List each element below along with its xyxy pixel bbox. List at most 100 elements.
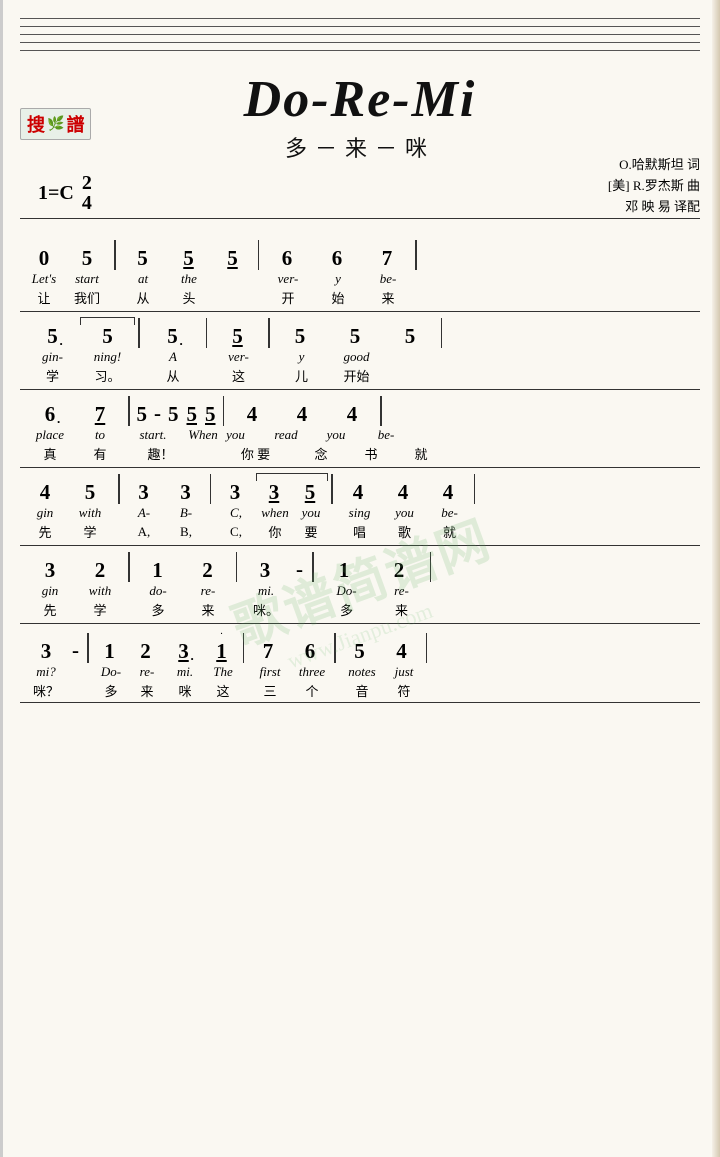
lyr-to: to [75, 427, 125, 443]
lyrics-cn-1: 让 我们 从 头 开 始 来 [20, 288, 700, 307]
lyr-good: good [329, 349, 384, 365]
cn-xian2: 先 [25, 600, 75, 619]
bar-6 [265, 318, 273, 348]
notes-row-4: 4 5 3 3 3 3 5 [20, 474, 700, 504]
cn-rang: 让 [25, 288, 63, 307]
cn-yin: 音 [341, 681, 383, 700]
key-time-area: 1=C 2 4 [38, 173, 700, 213]
lyr-gin2: gin [25, 505, 65, 521]
cn-duo2: 多 [319, 600, 374, 619]
title-main: Do-Re-Mi [20, 70, 700, 129]
note-4a: 4 [227, 403, 277, 426]
title-area: Do-Re-Mi 多－来－咪 [20, 55, 700, 168]
system-4: 4 5 3 3 3 3 5 [20, 467, 700, 543]
lyr-do3: Do- [93, 664, 129, 680]
credits: O.哈默斯坦 词 [美] R.罗杰斯 曲 邓 映 易 译配 [608, 155, 700, 217]
bar-5 [203, 318, 211, 348]
cn-nian: 念 [296, 444, 346, 463]
cn-lai2: 来 [374, 600, 429, 619]
staff-line-3 [20, 34, 700, 35]
lyr-ver2: ver- [211, 349, 266, 365]
lyr-y2: y [274, 349, 329, 365]
cn-duo: 多 [133, 600, 183, 619]
note-6-dot: 6. [25, 403, 75, 426]
note-3c: 3 [214, 481, 256, 504]
note-5-dash: 5 [133, 403, 152, 426]
staff-line-1 [20, 18, 700, 19]
lyr-sing: sing [337, 505, 382, 521]
cn-women: 我们 [63, 288, 111, 307]
note-4e: 4 [336, 481, 381, 504]
lyr-ning: ning! [80, 349, 135, 365]
lyr-a: A [143, 349, 203, 365]
notes-row-5: 3 2 1 2 3 - 1 2 [20, 552, 700, 582]
credit-line3: 邓 映 易 译配 [608, 197, 700, 218]
note-1c: 1 [92, 640, 128, 663]
lyrics-eng-2: gin- ning! A ver- y good [20, 348, 700, 366]
lyr-you2: you [311, 427, 361, 443]
note-3-ul: 3 [256, 481, 292, 504]
bar-15 [125, 552, 133, 582]
right-edge [712, 0, 720, 1157]
note-2b: 2 [183, 559, 233, 582]
bar-7 [438, 318, 446, 348]
notes-row-2: 5. 5 5. 5 [20, 318, 700, 348]
dash-3: - [67, 638, 84, 663]
note-4g: 4 [426, 481, 471, 504]
bar-11 [115, 474, 123, 504]
lyr-do: do- [133, 583, 183, 599]
notes-row-3: 6. 7 5 - 5 5 5 4 4 [20, 396, 700, 426]
lyrics-cn-5: 先 学 多 来 咪。 多 来 [20, 600, 700, 619]
cn-zhe: 这 [211, 366, 266, 385]
cn-shu: 书 [346, 444, 396, 463]
note-3d: 3 [25, 559, 75, 582]
note-5-brack: 5 [80, 325, 135, 348]
lyr-start: start. [133, 427, 173, 443]
lyr-read: read [261, 427, 311, 443]
lyr-re2: re- [374, 583, 429, 599]
cn-ge: 个 [291, 681, 333, 700]
cn-tou: 头 [167, 288, 211, 307]
bar-8 [125, 396, 133, 426]
time-bottom: 4 [82, 193, 92, 213]
cn-chang: 唱 [337, 522, 382, 541]
system-1: 0 5 5 5 5 [20, 218, 700, 309]
staff-line-5 [20, 50, 700, 51]
bracket-group-1: 3 5 [256, 481, 328, 504]
cn-qu: 趣！ [133, 444, 188, 463]
note-5c: 5 [167, 247, 211, 270]
note-4b: 4 [277, 403, 327, 426]
note-5k: 5 [339, 640, 381, 663]
cn-mi2: 咪？ [25, 681, 67, 700]
cn-xue3: 学 [75, 600, 125, 619]
note-7b: 7 [247, 640, 289, 663]
lyr-c-comma: C, [215, 505, 257, 521]
cn-kai: 开 [263, 288, 313, 307]
note-4d: 4 [25, 481, 65, 504]
bar-3 [412, 240, 420, 270]
lyr-gin3: gin [25, 583, 75, 599]
note-3f: 3 [25, 640, 67, 663]
lyr-first: first [249, 664, 291, 680]
lyrics-eng-6: mi? Do- re- mi. The first three notes ju… [20, 663, 700, 681]
cn-duo3: 多 [93, 681, 129, 700]
cn-cong2: 从 [143, 366, 203, 385]
note-5-dot-a: 5. [25, 325, 80, 348]
note-5g: 5 [328, 325, 383, 348]
bar-4 [135, 318, 143, 348]
bar-12 [207, 474, 215, 504]
time-top: 2 [82, 173, 92, 193]
lyr-be3: be- [361, 427, 411, 443]
lyr-three: three [291, 664, 333, 680]
notes-row-1: 0 5 5 5 5 [20, 225, 700, 270]
cn-kaishi: 开始 [329, 366, 384, 385]
cn-er: 儿 [274, 366, 329, 385]
system-6: 3 - 1 2 3. · 1 7 [20, 623, 700, 703]
lyrics-eng-4: gin with A- B- C, when you sing you be- [20, 504, 700, 522]
note-7a: 7 [362, 247, 412, 270]
note-5-i: 5 [164, 403, 183, 426]
lyrics-eng-3: place to start. When you read you be- [20, 426, 700, 444]
system-3: 6. 7 5 - 5 5 5 4 4 [20, 389, 700, 465]
note-5b: 5 [119, 247, 167, 270]
logo-leaf-icon: 🌿 [47, 116, 64, 133]
